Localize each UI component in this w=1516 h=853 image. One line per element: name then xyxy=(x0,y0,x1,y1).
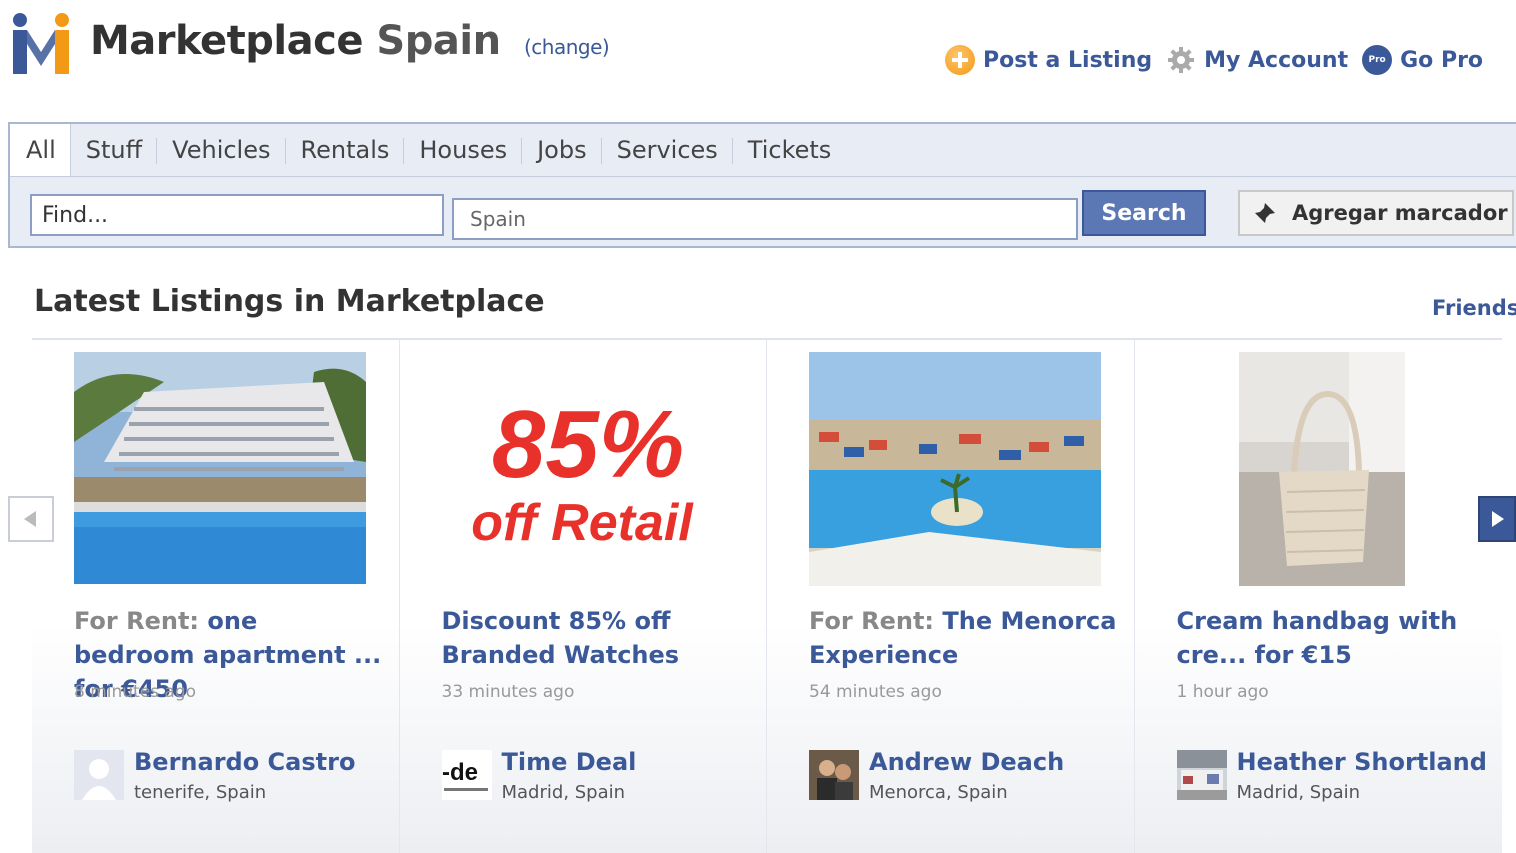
location-input[interactable] xyxy=(452,198,1078,240)
avatar[interactable] xyxy=(1176,750,1227,800)
listing-time: 33 minutes ago xyxy=(441,682,575,702)
bookmark-label: Agregar marcador xyxy=(1292,201,1508,225)
listing-photo-discount[interactable]: 85% off Retail xyxy=(441,352,734,584)
my-account-link[interactable]: My Account xyxy=(1166,45,1348,75)
arrow-right-icon xyxy=(1492,511,1504,527)
sale-subtext: off Retail xyxy=(471,494,694,552)
app-name: Marketplace xyxy=(90,18,363,64)
listings-carousel: For Rent: one bedroom apartment ... for … xyxy=(32,338,1502,853)
seller-location: Madrid, Spain xyxy=(501,782,626,803)
listing-title-link[interactable]: Cream handbag with cre... for €15 xyxy=(1177,604,1487,672)
site-title: Marketplace Spain (change) xyxy=(90,18,610,64)
carousel-next-button[interactable] xyxy=(1478,496,1516,542)
tab-stuff[interactable]: Stuff xyxy=(71,124,158,176)
top-nav: Post a Listing My Account Pro Go Pro xyxy=(945,40,1497,80)
search-button[interactable]: Search xyxy=(1082,190,1206,236)
listing-prefix: For Rent: xyxy=(74,607,200,635)
listing-title: Discount 85% off Branded Watches xyxy=(441,607,680,669)
country-name: Spain xyxy=(376,18,501,64)
seller-name[interactable]: Bernardo Castro xyxy=(134,748,355,776)
seller-location: Madrid, Spain xyxy=(1236,782,1361,803)
find-input[interactable] xyxy=(30,194,444,236)
category-tabs: All Stuff Vehicles Rentals Houses Jobs S… xyxy=(10,124,846,176)
go-pro-link[interactable]: Pro Go Pro xyxy=(1362,45,1483,75)
tab-tickets[interactable]: Tickets xyxy=(733,124,847,176)
listing-card: Cream handbag with cre... for €15 1 hour… xyxy=(1135,340,1503,853)
avatar-logo-text: -de xyxy=(442,759,478,786)
tab-rentals[interactable]: Rentals xyxy=(286,124,405,176)
avatar[interactable] xyxy=(74,750,124,800)
seller-location: tenerife, Spain xyxy=(134,782,267,803)
listing-card: For Rent: The Menorca Experience 54 minu… xyxy=(767,340,1135,853)
seller-name[interactable]: Time Deal xyxy=(502,748,637,776)
post-listing-label: Post a Listing xyxy=(983,47,1153,73)
gear-icon xyxy=(1168,47,1195,73)
carousel-prev-button[interactable] xyxy=(8,496,54,542)
page-header: Marketplace Spain (change) Post a Listin… xyxy=(0,0,1516,110)
listing-prefix: For Rent: xyxy=(809,607,935,635)
tab-jobs[interactable]: Jobs xyxy=(522,124,602,176)
tab-vehicles[interactable]: Vehicles xyxy=(157,124,286,176)
listing-title-link[interactable]: For Rent: The Menorca Experience xyxy=(809,604,1119,672)
post-listing-link[interactable]: Post a Listing xyxy=(945,45,1152,75)
tab-houses[interactable]: Houses xyxy=(404,124,522,176)
avatar[interactable] xyxy=(809,750,859,800)
change-country-link[interactable]: (change) xyxy=(524,35,610,59)
listing-title: Cream handbag with cre... for €15 xyxy=(1176,607,1458,669)
seller-location: Menorca, Spain xyxy=(869,782,1008,803)
listing-title-link[interactable]: Discount 85% off Branded Watches xyxy=(442,604,752,672)
listing-photo-hotel[interactable] xyxy=(74,352,366,584)
listing-card: 85% off Retail Discount 85% off Branded … xyxy=(400,340,767,853)
tab-divider xyxy=(10,176,1516,177)
tab-services[interactable]: Services xyxy=(602,124,734,176)
seller-name[interactable]: Heather Shortland xyxy=(1237,748,1487,776)
marketplace-logo[interactable] xyxy=(8,8,74,74)
avatar[interactable]: -de xyxy=(441,750,492,800)
tab-all[interactable]: All xyxy=(10,124,71,176)
friends-link[interactable]: Friends xyxy=(1432,296,1516,320)
pin-icon xyxy=(1255,203,1275,223)
listing-time: 1 hour ago xyxy=(1176,682,1269,702)
search-panel: All Stuff Vehicles Rentals Houses Jobs S… xyxy=(8,122,1516,248)
listing-time: 54 minutes ago xyxy=(809,682,942,702)
sale-percent-text: 85% xyxy=(491,391,683,498)
listing-time: 8 minutes ago xyxy=(74,682,197,702)
listing-photo-pool[interactable] xyxy=(809,352,1101,586)
listing-photo-handbag[interactable] xyxy=(1238,352,1405,586)
arrow-left-icon xyxy=(24,511,36,527)
plus-icon xyxy=(945,45,975,75)
my-account-label: My Account xyxy=(1204,47,1349,73)
section-title: Latest Listings in Marketplace xyxy=(34,284,545,319)
seller-name[interactable]: Andrew Deach xyxy=(869,748,1064,776)
bookmark-button[interactable]: Agregar marcador xyxy=(1238,190,1514,236)
pro-icon: Pro xyxy=(1362,45,1393,75)
listing-card: For Rent: one bedroom apartment ... for … xyxy=(32,340,400,853)
go-pro-label: Go Pro xyxy=(1400,47,1484,73)
